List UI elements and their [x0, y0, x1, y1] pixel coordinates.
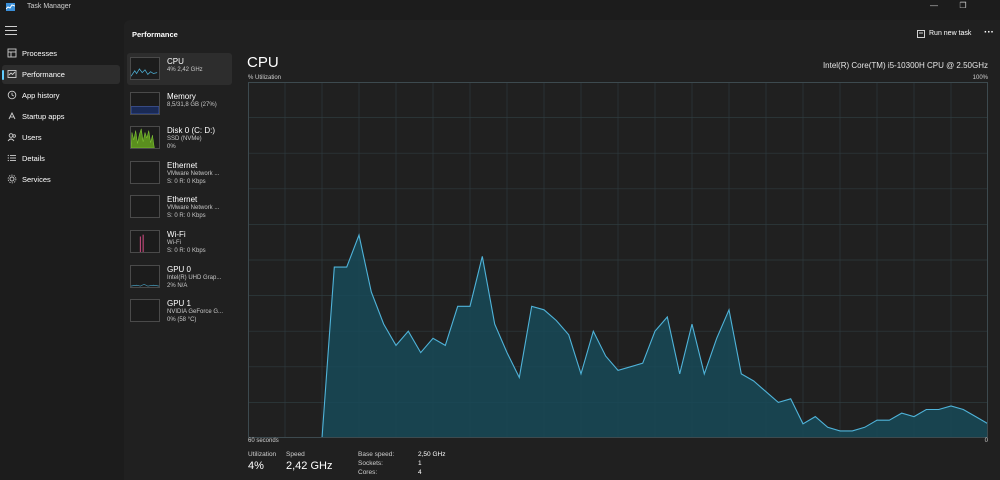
sockets-key: Sockets: [358, 460, 383, 467]
cores-value: 4 [418, 469, 422, 476]
nav-item-label: Startup apps [22, 112, 65, 121]
nav-item-users[interactable]: Users [2, 128, 120, 147]
device-name: Ethernet [167, 195, 198, 205]
title-bar: Task Manager — ❐ [0, 0, 1000, 14]
device-stat: 0% [167, 144, 176, 151]
active-indicator [2, 70, 4, 80]
nav-item-processes[interactable]: Processes [2, 44, 120, 63]
services-icon [7, 174, 17, 184]
device-name: GPU 0 [167, 264, 192, 274]
speed-label: Speed [286, 451, 305, 458]
app-history-icon [7, 90, 17, 100]
device-item-memory[interactable]: Memory 8,5/31,8 GB (27%) [127, 88, 232, 120]
device-thumbnail-graph [130, 264, 160, 288]
device-name: Wi-Fi [167, 230, 186, 239]
utilization-max-label: 100% [972, 75, 988, 81]
device-thumbnail-graph [130, 57, 160, 80]
nav-item-label: App history [22, 91, 60, 100]
device-stat: S: 0 R: 0 Kbps [167, 213, 206, 220]
device-detail: 4% 2,42 GHz [167, 67, 203, 73]
startup-apps-icon [8, 111, 16, 120]
cpu-model: Intel(R) Core(TM) i5-10300H CPU @ 2.50GH… [822, 61, 988, 70]
device-stat: S: 0 R: 0 Kbps [167, 248, 206, 254]
nav-item-services[interactable]: Services [2, 170, 120, 189]
device-name: Ethernet [167, 160, 198, 170]
device-item-disk-0-c-d[interactable]: Disk 0 (C: D:) SSD (NVMe) 0% [127, 122, 232, 154]
device-detail: SSD (NVMe) [167, 136, 202, 143]
device-name: CPU [167, 57, 184, 66]
left-nav: Processes Performance App history Startup a… [0, 20, 124, 480]
app-title: Task Manager [27, 3, 71, 10]
utilization-value: 4% [248, 460, 264, 472]
device-thumbnail-graph [130, 160, 160, 184]
device-name: GPU 1 [167, 299, 192, 309]
device-stat: 2% N/A [167, 282, 188, 289]
run-new-task-label: Run new task [929, 30, 972, 37]
device-thumbnail-graph [130, 195, 160, 219]
nav-item-label: Processes [22, 49, 58, 58]
speed-value: 2,42 GHz [286, 460, 333, 472]
graph-time-end-label: 0 [984, 438, 988, 444]
device-detail: 8,5/31,8 GB (27%) [167, 101, 217, 108]
device-name: Memory [167, 91, 196, 101]
detail-title: CPU [247, 54, 279, 71]
nav-item-details[interactable]: Details [2, 149, 120, 168]
device-item-cpu[interactable]: CPU 4% 2,42 GHz [127, 53, 232, 85]
device-detail: Intel(R) UHD Grap... [167, 274, 222, 281]
device-stat: S: 0 R: 0 Kbps [167, 178, 206, 185]
device-thumbnail-graph [130, 126, 160, 150]
device-item-gpu-1[interactable]: GPU 1 NVIDIA GeForce G... 0% (58 °C) [127, 295, 232, 327]
base-speed-key: Base speed: [358, 451, 395, 458]
details-icon [7, 154, 16, 162]
device-item-ethernet[interactable]: Ethernet VMware Network ... S: 0 R: 0 Kbps [127, 191, 232, 223]
graph-time-span-label: 60 seconds [248, 438, 279, 444]
minimize-button[interactable]: — [925, 1, 943, 11]
run-new-task-button[interactable]: Run new task [914, 26, 974, 42]
device-detail: VMware Network ... [167, 205, 220, 212]
cores-key: Cores: [358, 469, 378, 476]
base-speed-value: 2,50 GHz [418, 451, 446, 458]
run-task-icon [917, 30, 925, 38]
nav-item-label: Services [22, 175, 51, 184]
device-thumbnail-graph [130, 230, 160, 253]
users-icon [7, 133, 16, 142]
cpu-utilization-graph [248, 82, 988, 438]
device-stat: 0% (58 °C) [167, 317, 197, 324]
nav-item-startup-apps[interactable]: Startup apps [2, 107, 120, 126]
nav-item-label: Performance [22, 70, 65, 79]
device-item-wi-fi[interactable]: Wi-Fi Wi-Fi S: 0 R: 0 Kbps [127, 226, 232, 258]
hamburger-menu-icon[interactable] [5, 26, 17, 36]
device-detail: VMware Network ... [167, 170, 220, 177]
device-detail: Wi-Fi [167, 240, 181, 246]
restore-button[interactable]: ❐ [954, 1, 972, 11]
performance-icon [7, 70, 17, 78]
nav-item-performance[interactable]: Performance [2, 65, 120, 84]
more-options-button[interactable]: ··· [982, 26, 996, 42]
main-panel: Performance Run new task ··· CPU 4% 2,42 … [124, 20, 1000, 480]
nav-item-label: Details [22, 154, 45, 163]
device-item-gpu-0[interactable]: GPU 0 Intel(R) UHD Grap... 2% N/A [127, 261, 232, 293]
task-manager-icon [6, 3, 15, 11]
processes-icon [7, 48, 17, 58]
nav-item-label: Users [22, 133, 42, 142]
page-title: Performance [132, 30, 178, 39]
utilization-axis-label: % Utilization [248, 75, 282, 81]
device-item-ethernet[interactable]: Ethernet VMware Network ... S: 0 R: 0 Kbps [127, 157, 232, 189]
device-thumbnail-graph [130, 91, 160, 115]
device-name: Disk 0 (C: D:) [167, 126, 215, 136]
device-detail: NVIDIA GeForce G... [167, 309, 224, 316]
utilization-label: Utilization [248, 451, 277, 458]
sockets-value: 1 [418, 460, 422, 467]
nav-item-app-history[interactable]: App history [2, 86, 120, 105]
device-thumbnail-graph [130, 299, 160, 323]
